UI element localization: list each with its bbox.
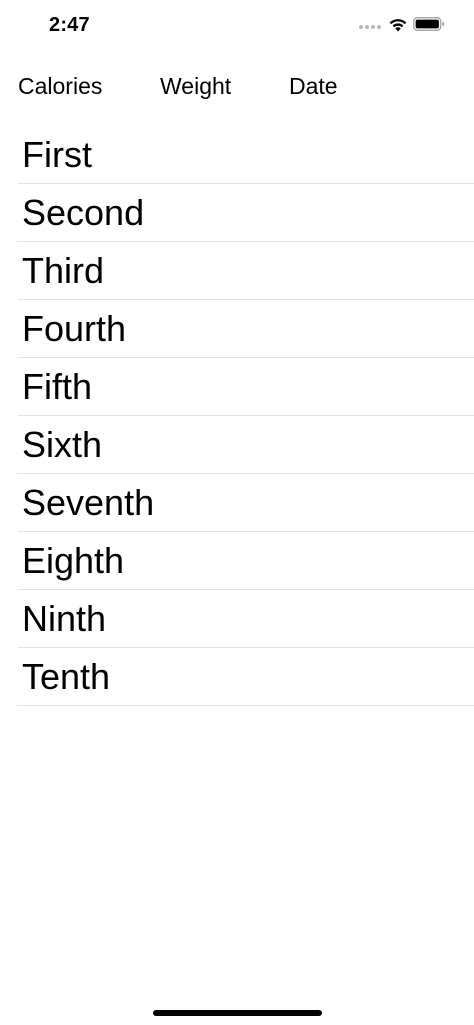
tab-weight[interactable]: Weight <box>160 72 231 100</box>
list-item[interactable]: Fourth <box>18 300 474 358</box>
signal-dots-icon <box>359 25 381 29</box>
list-item[interactable]: Tenth <box>18 648 474 706</box>
sort-tabs: Calories Weight Date <box>0 66 474 106</box>
list-item-label: Eighth <box>22 540 125 581</box>
list-item[interactable]: Second <box>18 184 474 242</box>
list-item-label: Second <box>22 192 145 233</box>
list-item[interactable]: Seventh <box>18 474 474 532</box>
battery-icon <box>413 17 445 31</box>
home-indicator[interactable] <box>153 1010 322 1016</box>
list-item-label: First <box>22 134 92 175</box>
tab-calories[interactable]: Calories <box>18 72 102 100</box>
list-item[interactable]: Sixth <box>18 416 474 474</box>
list-item[interactable]: Ninth <box>18 590 474 648</box>
list-item-label: Seventh <box>22 482 155 523</box>
wifi-icon <box>389 19 407 32</box>
list-item-label: Fourth <box>22 308 127 349</box>
tab-date[interactable]: Date <box>289 72 338 100</box>
app-screen: 2:47 Calories Weight Date First Second T… <box>0 0 474 1025</box>
list-item-label: Third <box>22 250 105 291</box>
status-bar: 2:47 <box>0 0 474 54</box>
list-item[interactable]: Fifth <box>18 358 474 416</box>
list-item[interactable]: Third <box>18 242 474 300</box>
status-time: 2:47 <box>49 14 90 36</box>
entries-list: First Second Third Fourth Fifth Sixth Se… <box>18 126 474 706</box>
list-item-label: Fifth <box>22 366 93 407</box>
list-item[interactable]: First <box>18 126 474 184</box>
list-item-label: Sixth <box>22 424 103 465</box>
list-item-label: Tenth <box>22 656 111 697</box>
list-item[interactable]: Eighth <box>18 532 474 590</box>
list-item-label: Ninth <box>22 598 107 639</box>
